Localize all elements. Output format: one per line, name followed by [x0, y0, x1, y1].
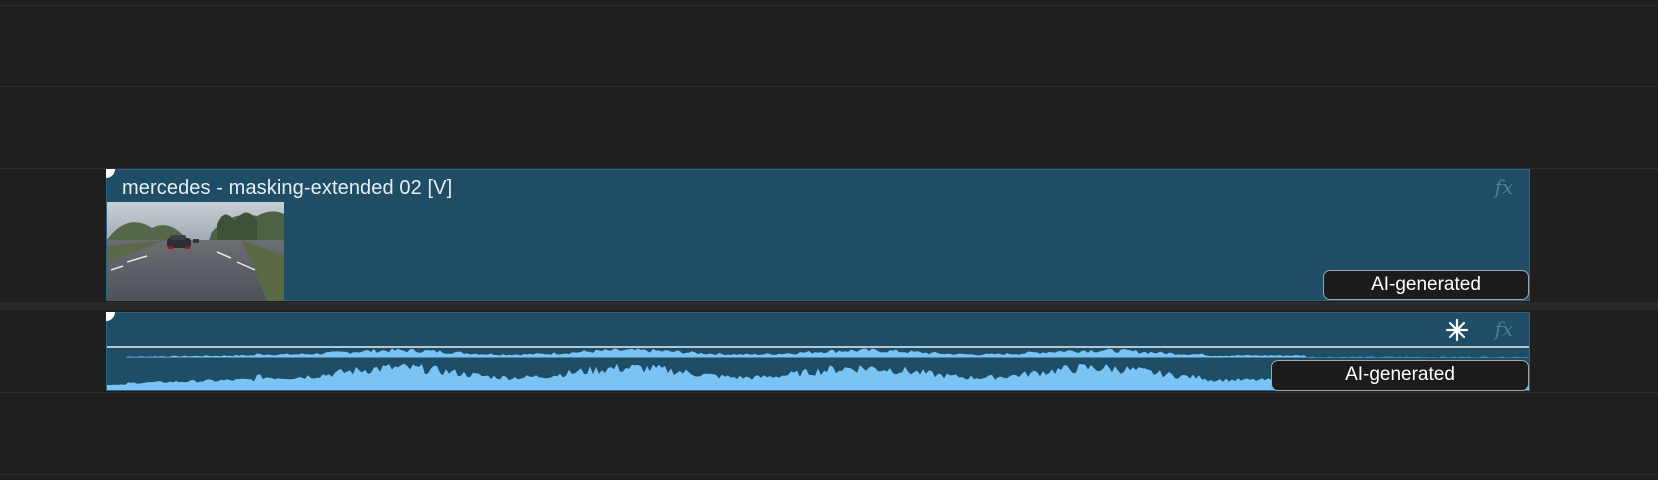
- track-separator-band: [0, 302, 1658, 310]
- clip-start-marker: [106, 169, 115, 178]
- ai-generated-badge: AI-generated: [1323, 270, 1529, 300]
- track-divider: [0, 474, 1658, 475]
- video-clip[interactable]: mercedes - masking-extended 02 [V] fx AI…: [106, 169, 1530, 301]
- track-divider: [0, 392, 1658, 393]
- fx-icon[interactable]: fx: [1491, 174, 1517, 200]
- clip-thumbnail: [107, 202, 284, 301]
- track-divider: [0, 5, 1658, 6]
- audio-clip[interactable]: fx AI-generated: [106, 312, 1530, 391]
- spark-icon[interactable]: [1445, 318, 1469, 342]
- clip-title: mercedes - masking-extended 02 [V]: [122, 177, 453, 199]
- clip-start-marker: [106, 312, 115, 321]
- ai-generated-badge: AI-generated: [1271, 360, 1529, 391]
- track-divider: [0, 86, 1658, 87]
- fx-icon[interactable]: fx: [1491, 316, 1517, 342]
